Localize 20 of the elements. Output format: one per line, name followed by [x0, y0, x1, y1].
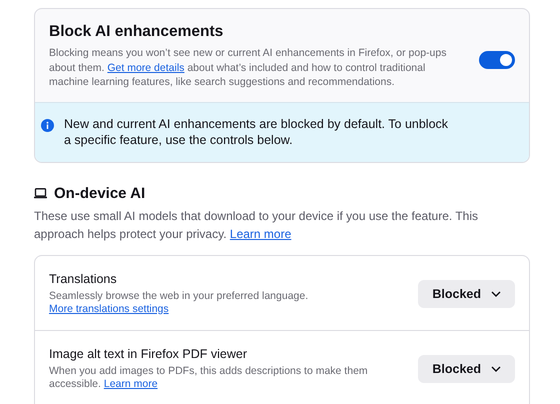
feature-description: Seamlessly browse the web in your preferred language. More translations settings — [49, 290, 310, 316]
caret-icon — [491, 290, 501, 296]
feature-description: When you add images to PDFs, this adds descriptions to make them accessible. Learn more — [49, 364, 369, 390]
card-description: Blocking means you won’t see new or current AI enhancements in Firefox, or pop-ups about them. Get more details about what’s included and how to control traditional machine learning features, like search suggestions and recommendations. — [49, 46, 448, 90]
caret-icon — [491, 366, 501, 372]
laptop-icon — [34, 188, 47, 198]
learn-more-link[interactable]: Learn more — [230, 226, 292, 240]
card-title: Block AI enhancements — [49, 23, 224, 41]
status-dropdown[interactable]: Blocked — [418, 354, 515, 382]
section-title: On-device AI — [54, 184, 146, 202]
status-dropdown[interactable]: Blocked — [418, 280, 515, 308]
details-link[interactable]: Get more details — [107, 62, 184, 74]
feature-link[interactable]: Learn more — [104, 378, 158, 390]
info-message: New and current AI enhancements are blocked by default. To unblock a specific feature, use the controls below. — [64, 116, 449, 148]
toggle-switch[interactable] — [479, 51, 515, 69]
info-icon — [41, 118, 54, 132]
section-description: These use small AI models that download to your device if you use the feature. This approach helps protect your privacy. Learn more — [34, 208, 480, 242]
feature-name: Translations — [49, 272, 118, 286]
feature-name: Image alt text in Firefox PDF viewer — [49, 346, 248, 360]
feature-link[interactable]: More translations settings — [49, 302, 169, 314]
